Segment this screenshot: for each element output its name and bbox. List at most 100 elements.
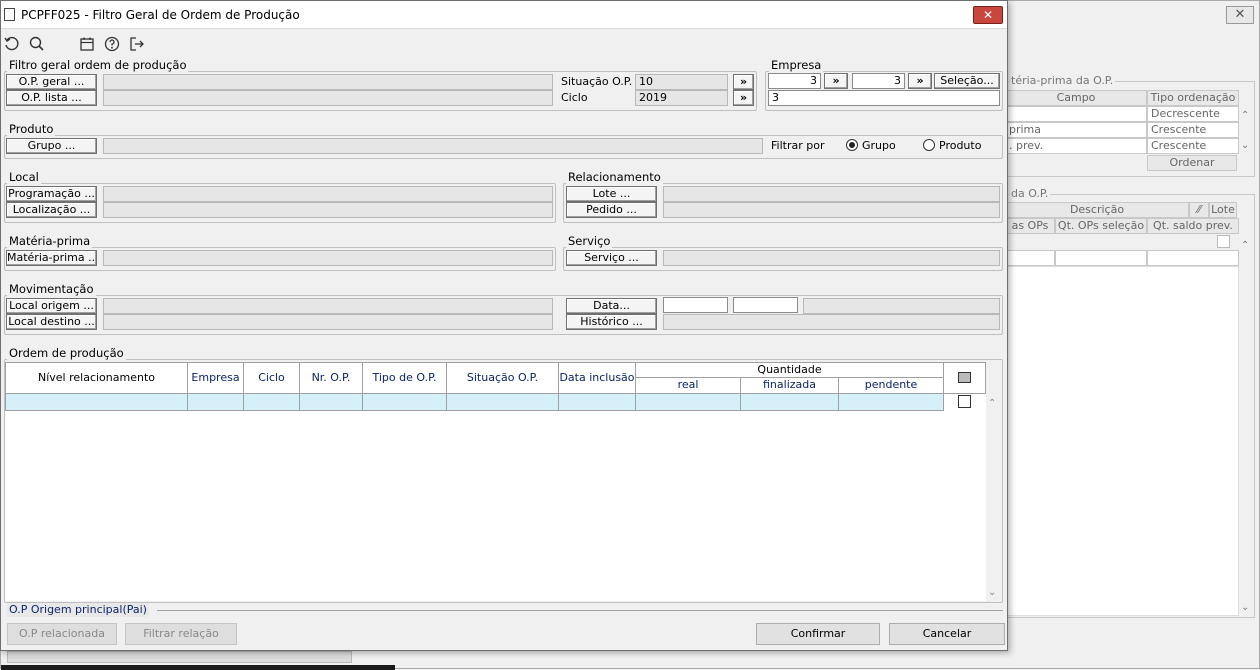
data-desc-field[interactable]	[803, 298, 1000, 314]
lote-field[interactable]	[663, 186, 1000, 202]
ciclo-label: Ciclo	[561, 91, 588, 104]
data-button[interactable]: Data...	[566, 298, 657, 314]
undo-icon[interactable]	[3, 35, 21, 53]
pedido-button[interactable]: Pedido ...	[566, 202, 657, 218]
filtro-group-title: Filtro geral ordem de produção	[7, 58, 189, 72]
bg-row-1-tipo[interactable]: Decrescente	[1147, 106, 1239, 122]
empresa-list-field[interactable]: 3	[768, 90, 1000, 106]
col-nivel-relacionamento[interactable]: Nível relacionamento	[5, 362, 188, 394]
grid-scroll-up-icon[interactable]: ⌃	[988, 397, 996, 411]
col-qtd-pendente[interactable]: pendente	[839, 378, 944, 394]
row-cell-empresa[interactable]	[188, 394, 244, 411]
grupo-field[interactable]	[103, 138, 763, 154]
historico-button[interactable]: Histórico ...	[566, 314, 657, 330]
local-destino-button[interactable]: Local destino ...	[6, 314, 97, 330]
bg-row-1-campo	[1005, 106, 1147, 122]
op-lista-button[interactable]: O.P. lista ...	[6, 90, 97, 106]
situacao-field[interactable]: 10	[635, 74, 728, 90]
footer-divider	[157, 610, 1003, 611]
empresa-selecao-button[interactable]: Seleção...	[934, 73, 1000, 89]
ciclo-arrow-button[interactable]: »	[733, 90, 754, 106]
select-all-checkbox[interactable]	[958, 372, 971, 383]
bg-header-qt-ops: Qt. OPs seleção	[1055, 218, 1147, 234]
bg-scroll-up-icon[interactable]: ⌃	[1241, 109, 1249, 123]
empresa-to-arrow-button[interactable]: »	[908, 73, 932, 89]
bg-header-campo: Campo	[1005, 90, 1147, 106]
cancelar-button[interactable]: Cancelar	[889, 623, 1005, 645]
row-cell-pendente[interactable]	[839, 394, 944, 411]
exit-icon[interactable]	[128, 35, 146, 53]
radio-grupo[interactable]	[846, 139, 858, 151]
row-cell-tipo[interactable]	[363, 394, 447, 411]
search-icon[interactable]	[28, 35, 46, 53]
bg-header-lote: Lote	[1209, 202, 1237, 218]
localizacao-field[interactable]	[103, 202, 553, 218]
servico-button[interactable]: Serviço ...	[566, 250, 657, 266]
row-checkbox[interactable]	[958, 395, 971, 408]
row-cell-data[interactable]	[559, 394, 636, 411]
col-nr-op[interactable]: Nr. O.P.	[300, 362, 363, 394]
bg-ordenar-button[interactable]: Ordenar	[1147, 155, 1237, 171]
radio-produto[interactable]	[923, 139, 935, 151]
confirmar-button[interactable]: Confirmar	[756, 623, 880, 645]
historico-field[interactable]	[663, 314, 1000, 330]
empresa-from-field[interactable]: 3	[768, 73, 821, 89]
empresa-to-field[interactable]: 3	[852, 73, 905, 89]
empresa-from-arrow-button[interactable]: »	[824, 73, 848, 89]
bg-cell-b	[1055, 250, 1147, 266]
bg-cell-c	[1147, 250, 1239, 266]
data-to-field[interactable]	[733, 297, 798, 313]
filtrar-relacao-button[interactable]: Filtrar relação	[125, 623, 237, 645]
bg-filter-icon[interactable]: ⁄⁄	[1189, 202, 1209, 218]
close-button[interactable]: ✕	[973, 6, 1003, 24]
lote-button[interactable]: Lote ...	[566, 186, 657, 202]
ciclo-field[interactable]: 2019	[635, 90, 728, 106]
servico-group-title: Serviço	[566, 234, 613, 248]
col-select-all[interactable]	[944, 362, 986, 394]
col-empresa[interactable]: Empresa	[188, 362, 244, 394]
app-doc-icon	[4, 8, 15, 21]
local-origem-button[interactable]: Local origem ...	[6, 298, 97, 314]
row-cell-situacao[interactable]	[447, 394, 559, 411]
servico-field[interactable]	[663, 250, 1000, 266]
materia-prima-field[interactable]	[103, 250, 553, 266]
situacao-arrow-button[interactable]: »	[733, 74, 754, 90]
help-icon[interactable]	[103, 35, 121, 53]
col-tipo-op[interactable]: Tipo de O.P.	[363, 362, 447, 394]
programacao-button[interactable]: Programação ...	[6, 186, 97, 202]
op-geral-field[interactable]	[103, 74, 553, 90]
bg-row-3-tipo[interactable]: Crescente	[1147, 138, 1239, 154]
col-qtd-finalizada[interactable]: finalizada	[741, 378, 839, 394]
programacao-field[interactable]	[103, 186, 553, 202]
background-close-icon[interactable]: ✕	[1226, 6, 1254, 24]
op-origem-label: O.P Origem principal(Pai)	[7, 603, 149, 617]
col-data-inclusao[interactable]: Data inclusão	[559, 362, 636, 394]
op-relacionada-button[interactable]: O.P relacionada	[7, 623, 117, 645]
local-destino-field[interactable]	[103, 314, 553, 330]
col-ciclo[interactable]: Ciclo	[244, 362, 300, 394]
calendar-icon[interactable]	[78, 35, 96, 53]
grid-scroll-down-icon[interactable]: ⌄	[988, 586, 996, 600]
bg-grid-scroll-up-icon[interactable]: ⌃	[1241, 239, 1249, 253]
data-from-field[interactable]	[663, 297, 728, 313]
row-cell-ciclo[interactable]	[244, 394, 300, 411]
row-cell-finalizada[interactable]	[741, 394, 839, 411]
row-cell-nr-op[interactable]	[300, 394, 363, 411]
materia-prima-button[interactable]: Matéria-prima ...	[6, 250, 97, 266]
bg-row-2-tipo[interactable]: Crescente	[1147, 122, 1239, 138]
local-origem-field[interactable]	[103, 298, 553, 314]
row-cell-nivel[interactable]	[5, 394, 188, 411]
bg-grid-scroll-down-icon[interactable]: ⌄	[1241, 601, 1249, 615]
col-situacao-op[interactable]: Situação O.P.	[447, 362, 559, 394]
op-lista-field[interactable]	[103, 90, 553, 106]
col-qtd-real[interactable]: real	[636, 378, 741, 394]
title-bar: PCPFF025 - Filtro Geral de Ordem de Prod…	[1, 1, 1007, 29]
op-geral-button[interactable]: O.P. geral ...	[6, 74, 97, 90]
bg-scroll-down-icon[interactable]: ⌄	[1241, 139, 1249, 153]
localizacao-button[interactable]: Localização ...	[6, 202, 97, 218]
bg-panel-op-title: da O.P.	[1009, 187, 1051, 201]
grupo-button[interactable]: Grupo ...	[6, 138, 97, 154]
pedido-field[interactable]	[663, 202, 1000, 218]
bg-checkbox[interactable]	[1217, 235, 1230, 248]
row-cell-real[interactable]	[636, 394, 741, 411]
